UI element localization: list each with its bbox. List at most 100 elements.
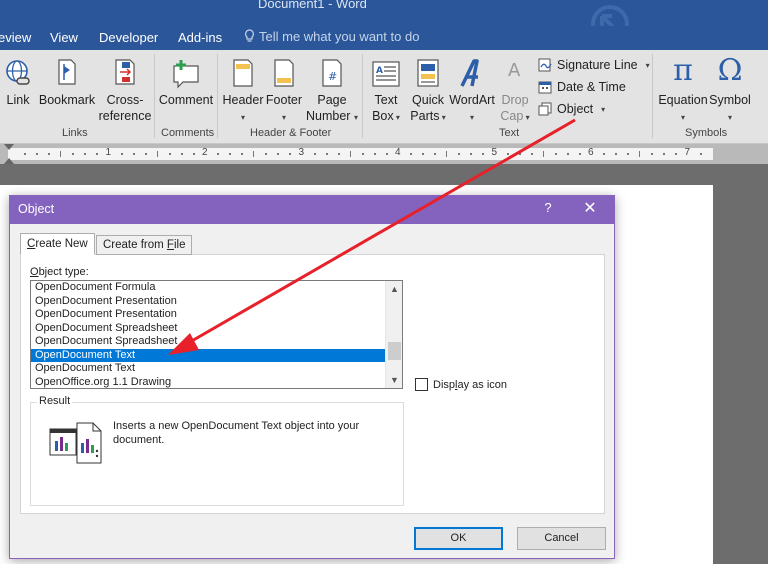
list-item-selected[interactable]: OpenDocument Text	[31, 348, 385, 362]
page-number-label-2: Number	[306, 109, 351, 123]
tab-create-from-file-text: ile	[173, 239, 186, 251]
display-as-icon-text: Disp	[433, 378, 456, 391]
page-number-label-1: Page	[317, 93, 347, 107]
symbol-button[interactable]: Ω Symbol ▾	[708, 52, 752, 126]
group-divider	[362, 54, 363, 138]
text-box-button[interactable]: A Text Box ▾	[366, 58, 406, 126]
quick-parts-dropdown-icon: ▾	[439, 113, 446, 122]
tell-me-box[interactable]: Tell me what you want to do	[244, 29, 419, 44]
ruler-tick	[361, 153, 364, 155]
tab-create-from-file-accesskey: F	[166, 239, 174, 251]
ruler-tick	[675, 153, 678, 155]
ruler-tick	[180, 153, 183, 155]
list-item[interactable]: OpenDocument Presentation	[31, 295, 385, 309]
list-item[interactable]: OpenDocument Spreadsheet	[31, 322, 385, 336]
tab-review[interactable]: eview	[0, 30, 31, 45]
object-type-list[interactable]: OpenDocument Formula OpenDocument Presen…	[30, 280, 403, 389]
calendar-icon	[538, 81, 552, 94]
object-dropdown-icon: ▾	[601, 104, 606, 114]
cancel-button[interactable]: Cancel	[517, 527, 606, 550]
list-item[interactable]: OpenDocument Text	[31, 362, 385, 376]
wordart-button[interactable]: WordArt ▾	[448, 58, 496, 126]
list-item[interactable]: OpenDocument Spreadsheet	[31, 335, 385, 349]
ruler-tick	[241, 153, 244, 155]
header-footer-group-label: Header & Footer	[250, 127, 332, 139]
list-item[interactable]: OpenDocument Formula	[31, 281, 385, 295]
equation-label: Equation	[658, 93, 708, 107]
text-box-label-1: Text	[374, 93, 398, 107]
symbol-label: Symbol	[709, 93, 751, 107]
ruler-tick	[72, 153, 75, 155]
comment-label: Comment	[158, 93, 214, 107]
ruler-tick	[265, 153, 268, 155]
first-line-indent-marker[interactable]	[4, 144, 14, 150]
footer-button[interactable]: Footer ▾	[264, 58, 304, 126]
ribbon-tab-bar: eview View Developer Add-ins Tell me wha…	[0, 26, 768, 50]
header-button[interactable]: Header ▾	[221, 58, 265, 126]
embedded-object-icon	[49, 422, 102, 464]
ok-button[interactable]: OK	[414, 527, 503, 550]
hanging-indent-marker[interactable]	[4, 158, 14, 164]
ruler-half-tick	[253, 151, 255, 157]
equation-button[interactable]: π Equation ▾	[658, 52, 708, 126]
footer-label: Footer	[265, 93, 303, 107]
link-button[interactable]: Link	[4, 58, 32, 108]
scrollbar-thumb[interactable]	[388, 342, 401, 360]
list-scrollbar[interactable]: ▲ ▼	[385, 281, 402, 388]
dialog-title: Object	[18, 202, 55, 216]
title-bar: Document1 - Word	[0, 0, 768, 43]
ruler-number: 1	[105, 147, 112, 158]
omega-icon: Ω	[717, 53, 743, 88]
quick-parts-icon	[417, 59, 439, 87]
list-item[interactable]: OpenOffice.org 1.1 Drawing	[31, 376, 385, 389]
ruler-tick	[578, 153, 581, 155]
tab-create-new[interactable]: Create New	[20, 233, 95, 255]
ruler-tick	[277, 153, 280, 155]
ruler-tick	[470, 153, 473, 155]
list-item[interactable]: OpenDocument Presentation	[31, 308, 385, 322]
tab-add-ins[interactable]: Add-ins	[178, 30, 222, 45]
bookmark-icon	[58, 59, 76, 85]
date-time-button[interactable]: Date & Time	[538, 80, 626, 94]
close-icon[interactable]: ✕	[580, 198, 600, 218]
svg-text:A: A	[508, 60, 521, 81]
pi-icon: π	[673, 53, 693, 88]
checkbox-box[interactable]	[415, 378, 428, 391]
ruler-tick	[554, 153, 557, 155]
scroll-up-icon[interactable]: ▲	[386, 281, 402, 297]
ruler-tick	[192, 153, 195, 155]
globe-link-icon	[6, 60, 30, 85]
tab-view[interactable]: View	[50, 30, 78, 45]
cross-reference-icon	[115, 59, 135, 85]
cross-reference-button[interactable]: Cross- reference	[96, 58, 154, 124]
object-type-text: bject type:	[38, 266, 89, 278]
object-label: Object	[557, 102, 594, 116]
object-type-accesskey: O	[30, 266, 39, 278]
page-number-button[interactable]: # Page Number ▾	[305, 58, 359, 126]
dialog-title-bar[interactable]: Object ? ✕	[10, 196, 614, 224]
signature-line-button[interactable]: Signature Line ▾	[538, 58, 650, 72]
ruler-strip: 1 2 3 4 5 6 7	[8, 147, 713, 160]
horizontal-ruler[interactable]: 1 2 3 4 5 6 7	[0, 144, 768, 164]
text-box-dropdown-icon: ▾	[393, 113, 400, 122]
drop-cap-button[interactable]: A Drop Cap ▾	[498, 58, 532, 126]
display-as-icon-checkbox[interactable]: Display as icon	[415, 378, 507, 391]
bookmark-button[interactable]: Bookmark	[38, 58, 96, 108]
comments-group-label: Comments	[161, 127, 215, 139]
ruler-number: 2	[202, 147, 208, 158]
footer-dropdown-icon: ▾	[281, 113, 286, 122]
tab-create-from-file[interactable]: Create from File	[96, 235, 193, 255]
svg-text:A: A	[376, 66, 383, 76]
help-button[interactable]: ?	[540, 200, 556, 215]
scroll-down-icon[interactable]: ▼	[386, 372, 402, 388]
ruler-tick	[120, 153, 123, 155]
tab-create-from-file-text: Create from	[103, 239, 167, 251]
comment-button[interactable]: Comment	[156, 58, 216, 108]
ruler-tick	[603, 153, 606, 155]
display-as-icon-text: ay as icon	[457, 378, 507, 391]
object-button[interactable]: Object ▾	[538, 102, 605, 116]
ruler-tick	[325, 153, 328, 155]
quick-parts-button[interactable]: Quick Parts ▾	[408, 58, 448, 126]
tab-developer[interactable]: Developer	[99, 30, 158, 45]
ruler-tick	[48, 153, 51, 155]
